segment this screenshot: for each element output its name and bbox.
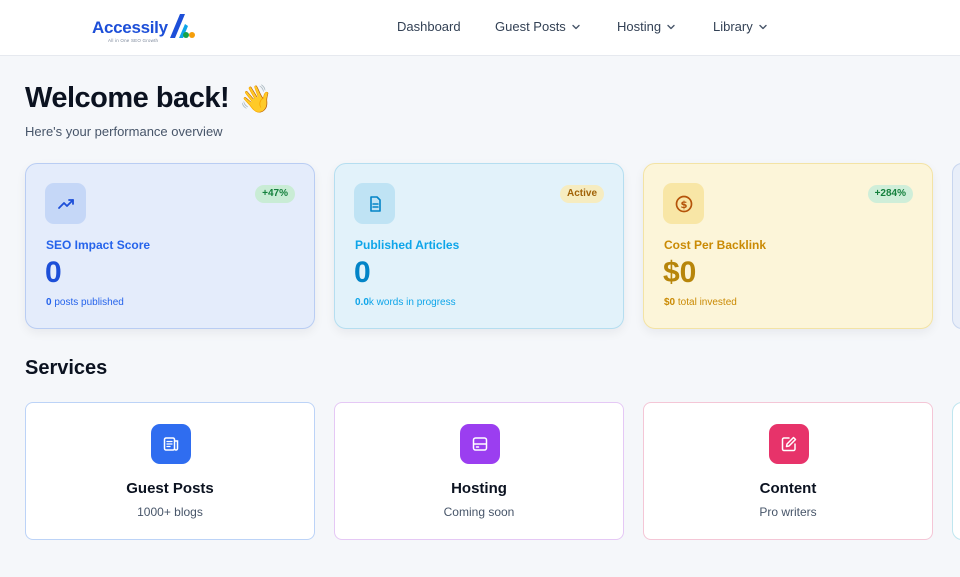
server-icon — [472, 437, 488, 451]
chevron-down-icon — [667, 24, 675, 29]
stat-label: SEO Impact Score — [46, 238, 151, 252]
stat-footnote: 0.0k words in progress — [355, 297, 456, 308]
chevron-down-icon — [759, 24, 767, 29]
service-icon-box — [151, 424, 191, 464]
service-name: Content — [759, 480, 817, 497]
service-icon-box — [460, 424, 500, 464]
service-card-hosting[interactable]: Hosting Coming soon — [334, 402, 624, 540]
top-navbar: Accessily All in One SEO Growth Dashboar… — [0, 0, 960, 56]
stat-footnote-text: total invested — [675, 297, 737, 308]
status-badge: +47% — [255, 185, 295, 203]
logo[interactable]: Accessily All in One SEO Growth — [92, 12, 196, 44]
nav-dashboard[interactable]: Dashboard — [397, 19, 461, 34]
page-title: Welcome back! 👋 — [25, 82, 273, 115]
stat-footnote-value: $0 — [664, 297, 676, 308]
service-name: Hosting — [451, 480, 507, 497]
trending-up-icon — [57, 198, 74, 209]
nav-guest-posts[interactable]: Guest Posts — [495, 19, 581, 34]
stat-value: 0 — [354, 256, 371, 289]
status-badge: Active — [559, 185, 604, 203]
stat-footnote-text: k words in progress — [368, 297, 456, 308]
nav-library-label: Library — [713, 19, 753, 34]
nav-library[interactable]: Library — [713, 19, 768, 34]
stat-icon-box — [354, 183, 395, 224]
nav-hosting[interactable]: Hosting — [617, 19, 676, 34]
waving-hand-icon: 👋 — [239, 83, 273, 114]
service-icon-box — [769, 424, 809, 464]
logo-mark-icon — [169, 14, 195, 38]
dollar-coin-icon: $ — [675, 195, 692, 212]
nav-hosting-label: Hosting — [617, 19, 662, 34]
stat-icon-box — [45, 183, 86, 224]
edit-icon — [781, 436, 797, 452]
stat-footnote-value: 0.0 — [355, 297, 369, 308]
stat-label: Published Articles — [355, 238, 460, 252]
logo-text: Accessily — [92, 18, 168, 37]
stat-footnote: 0 posts published — [46, 297, 124, 308]
welcome-title: Welcome back! — [25, 82, 230, 114]
service-card-content[interactable]: Content Pro writers — [643, 402, 933, 540]
stat-label: Cost Per Backlink — [664, 238, 767, 252]
service-name: Guest Posts — [126, 480, 214, 497]
service-description: Pro writers — [759, 505, 817, 519]
stat-card-published-articles[interactable]: Active Published Articles 0 0.0k words i… — [334, 163, 624, 329]
service-description: 1000+ blogs — [137, 505, 203, 519]
section-title-services: Services — [25, 357, 108, 379]
nav-guest-posts-label: Guest Posts — [495, 19, 566, 34]
page-subtitle: Here's your performance overview — [25, 124, 223, 139]
stat-footnote: $0 total invested — [664, 297, 737, 308]
service-card-partial[interactable] — [952, 402, 960, 540]
stat-value: $0 — [663, 256, 697, 289]
stat-card-seo-impact[interactable]: +47% SEO Impact Score 0 0 posts publishe… — [25, 163, 315, 329]
stat-card-cost-per-backlink[interactable]: $ +284% Cost Per Backlink $0 $0 total in… — [643, 163, 933, 329]
service-description: Coming soon — [443, 505, 515, 519]
svg-text:$: $ — [680, 200, 687, 211]
service-card-guest-posts[interactable]: Guest Posts 1000+ blogs — [25, 402, 315, 540]
logo-tagline: All in One SEO Growth — [108, 38, 159, 43]
stat-value: 0 — [45, 256, 62, 289]
status-badge: +284% — [867, 185, 913, 203]
chevron-down-icon — [572, 24, 580, 29]
stat-footnote-text: posts published — [51, 297, 124, 308]
nav-dashboard-label: Dashboard — [397, 19, 461, 34]
document-icon — [369, 195, 381, 212]
stat-card-partial[interactable] — [952, 163, 960, 329]
stat-icon-box: $ — [663, 183, 704, 224]
newspaper-icon — [163, 437, 179, 451]
